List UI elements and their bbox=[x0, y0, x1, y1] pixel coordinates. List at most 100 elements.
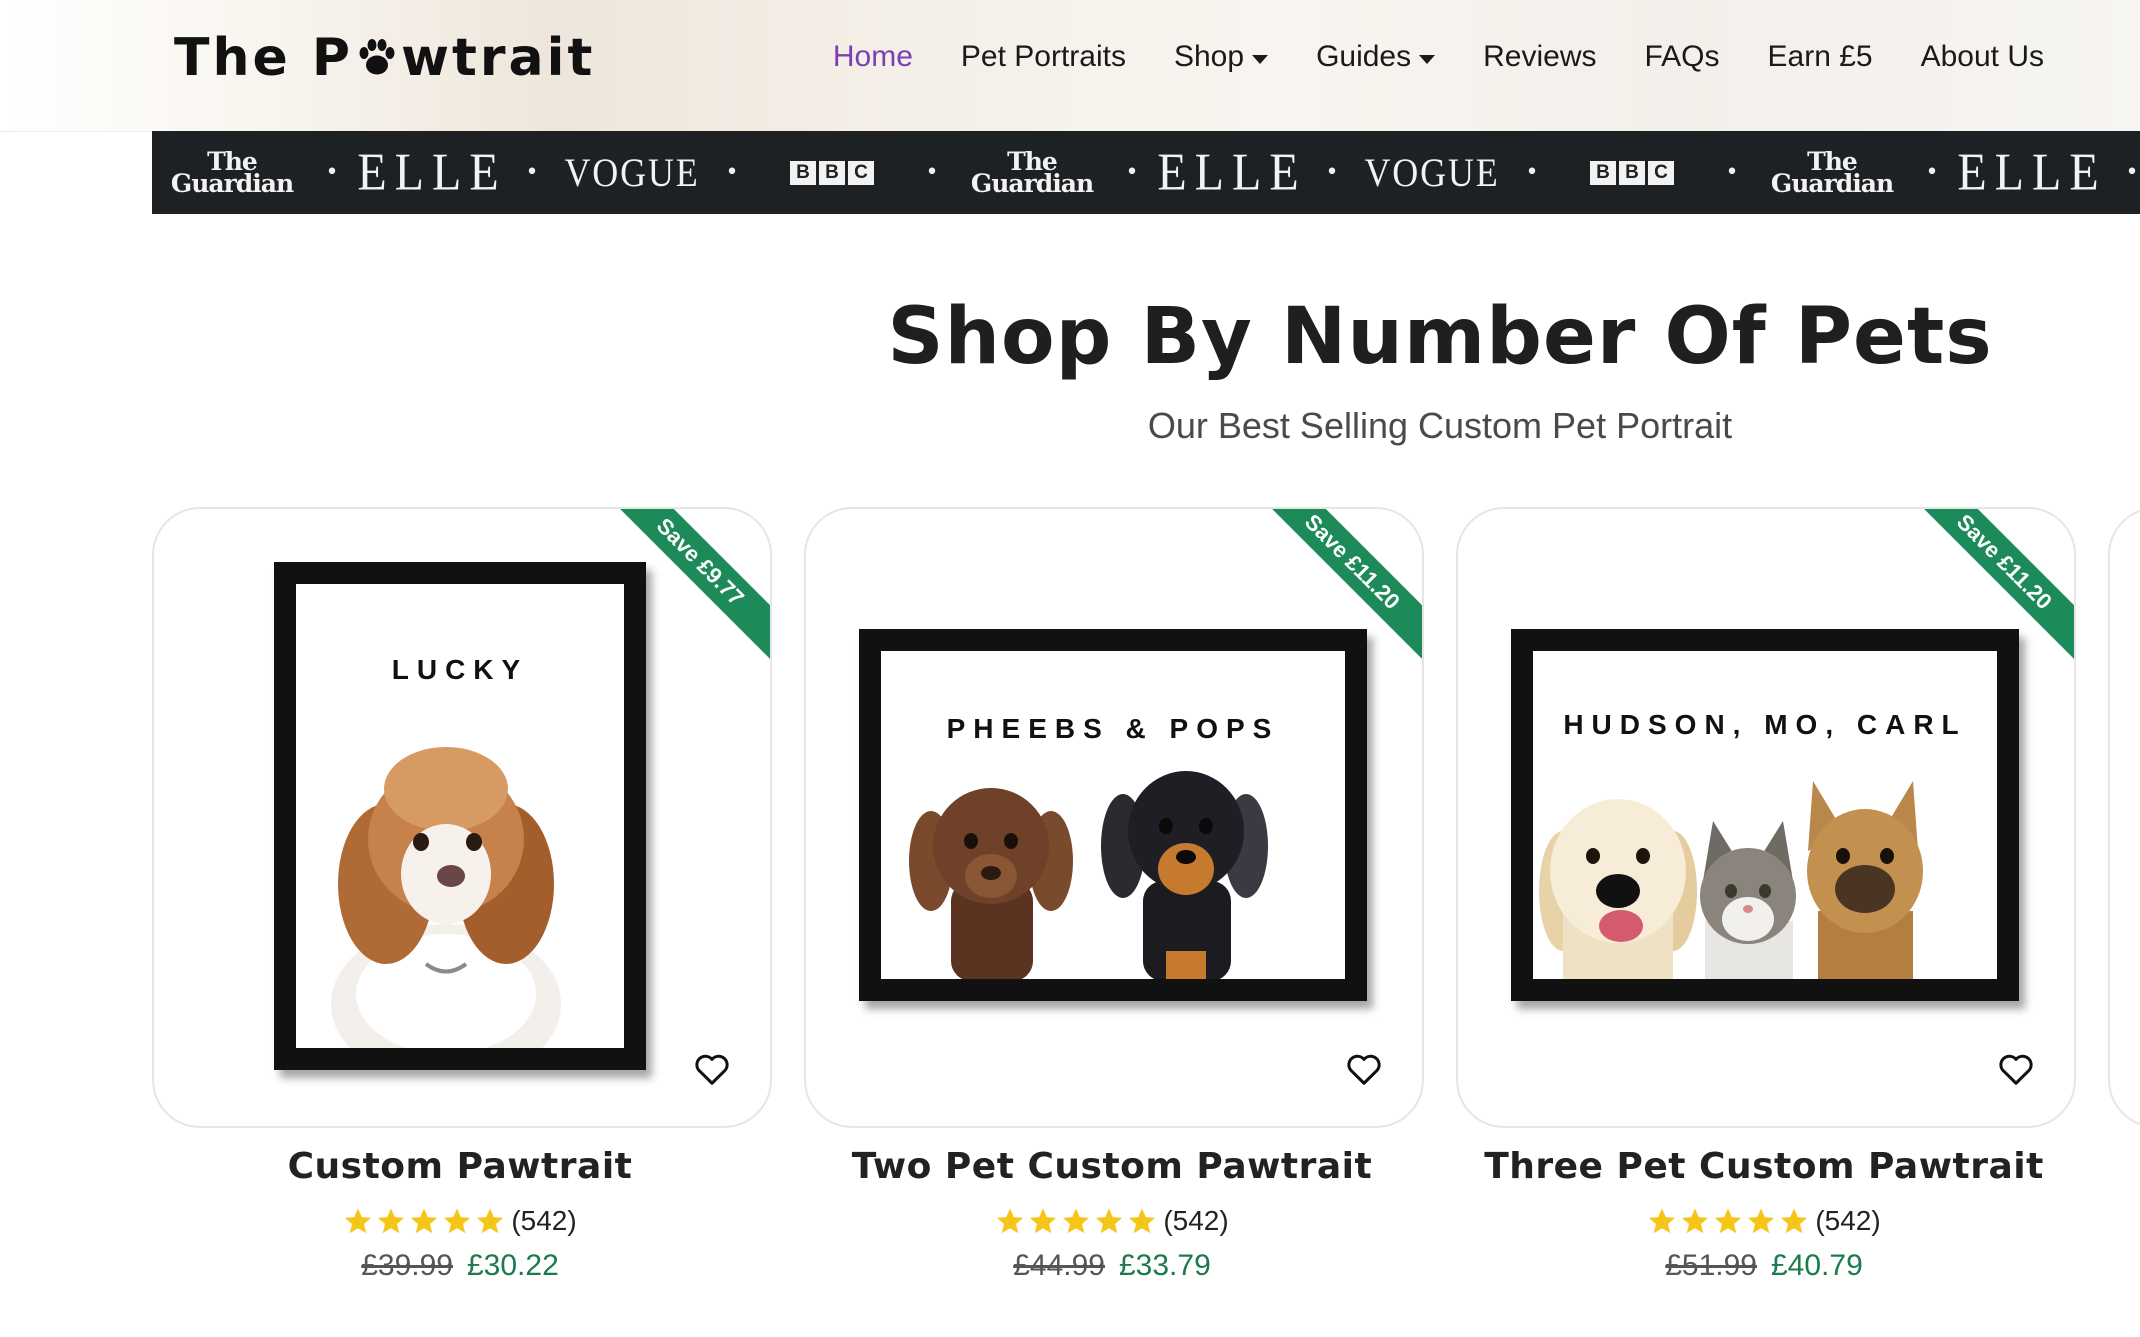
star-icon bbox=[444, 1208, 471, 1234]
original-price: £39.99 bbox=[361, 1249, 453, 1282]
dog-portrait-image bbox=[331, 747, 561, 1048]
press-logo-track: The Guardian • ELLE • VOGUE • BBC • The Gu… bbox=[152, 131, 2140, 214]
section-subtitle: Our Best Selling Custom Pet Portrait bbox=[1147, 405, 1733, 446]
product-card-single[interactable]: Save £9.77 LUCKY bbox=[152, 507, 772, 1128]
nav-reviews[interactable]: Reviews bbox=[1483, 40, 1596, 74]
star-rating bbox=[1647, 1206, 1809, 1236]
main-nav: Home Pet Portraits Shop Guides Reviews F… bbox=[833, 40, 2044, 74]
product-info-two-pet: Two Pet Custom Pawtrait (542) £44.99 £33… bbox=[804, 1146, 1420, 1283]
nav-pet-portraits-label: Pet Portraits bbox=[960, 40, 1126, 73]
separator-dot: • bbox=[725, 160, 739, 185]
product-card-partial[interactable] bbox=[2108, 507, 2140, 1128]
guardian-logo: The Guardian bbox=[970, 146, 1094, 198]
product-title[interactable]: Two Pet Custom Pawtrait bbox=[804, 1146, 1420, 1187]
original-price: £44.99 bbox=[1013, 1249, 1105, 1282]
separator-dot: • bbox=[1725, 160, 1739, 185]
nav-earn-label: Earn £5 bbox=[1767, 40, 1873, 73]
logo-text-suffix: wtrait bbox=[400, 28, 596, 88]
star-icon bbox=[1781, 1208, 1808, 1234]
portrait-paper: HUDSON, MO, CARL bbox=[1533, 651, 1997, 979]
nav-reviews-label: Reviews bbox=[1483, 40, 1597, 73]
separator-dot: • bbox=[525, 160, 539, 185]
star-icon bbox=[1063, 1208, 1090, 1234]
product-title[interactable]: Three Pet Custom Pawtrait bbox=[1456, 1146, 2072, 1187]
nav-home-label: Home bbox=[832, 40, 913, 73]
bbc-logo: BBC bbox=[1552, 160, 1712, 185]
separator-dot: • bbox=[925, 160, 939, 185]
bbc-logo: BBC bbox=[752, 160, 912, 185]
nav-pet-portraits[interactable]: Pet Portraits bbox=[961, 40, 1126, 74]
product-price: £39.99 £30.22 bbox=[152, 1249, 768, 1283]
nav-guides[interactable]: Guides bbox=[1316, 40, 1436, 74]
separator-dot: • bbox=[1325, 160, 1339, 185]
paw-icon bbox=[359, 39, 395, 75]
guardian-logo: The Guardian bbox=[170, 146, 294, 198]
star-icon bbox=[1682, 1208, 1709, 1234]
nav-about-us[interactable]: About Us bbox=[1921, 40, 2044, 74]
product-price: £44.99 £33.79 bbox=[804, 1249, 1420, 1283]
site-header: The P wtrait Home Pet Portraits Shop Gui… bbox=[0, 0, 2140, 132]
nav-guides-label: Guides bbox=[1316, 40, 1412, 73]
portrait-frame: HUDSON, MO, CARL bbox=[1511, 629, 2019, 1001]
portrait-paper: PHEEBS & POPS bbox=[881, 651, 1345, 979]
elle-logo: ELLE bbox=[357, 143, 507, 202]
dogs-portrait-image bbox=[909, 771, 1268, 979]
star-icon bbox=[378, 1208, 405, 1234]
product-title[interactable]: Custom Pawtrait bbox=[152, 1146, 768, 1187]
guardian-logo: The Guardian bbox=[1770, 146, 1894, 198]
product-info-three-pet: Three Pet Custom Pawtrait (542) £51.99 £… bbox=[1456, 1146, 2072, 1283]
pets-portrait-image bbox=[1539, 781, 1923, 979]
product-price: £51.99 £40.79 bbox=[1456, 1249, 2072, 1283]
review-count: (542) bbox=[1815, 1205, 1881, 1236]
product-rating: (542) bbox=[1456, 1205, 2072, 1237]
product-info-single: Custom Pawtrait (542) £39.99 £30.22 bbox=[152, 1146, 768, 1283]
star-icon bbox=[1649, 1208, 1676, 1234]
product-card-two-pet[interactable]: Save £11.20 PHEEBS & POPS bbox=[804, 507, 1424, 1128]
chevron-down-icon bbox=[1419, 54, 1436, 64]
review-count: (542) bbox=[511, 1205, 577, 1236]
star-icon bbox=[411, 1208, 438, 1234]
nav-faqs-label: FAQs bbox=[1644, 40, 1720, 73]
site-logo[interactable]: The P wtrait bbox=[174, 28, 595, 88]
nav-home[interactable]: Home bbox=[833, 40, 913, 74]
nav-faqs[interactable]: FAQs bbox=[1645, 40, 1720, 74]
sale-price: £33.79 bbox=[1119, 1249, 1211, 1282]
vogue-logo: VOGUE bbox=[1364, 150, 1500, 195]
separator-dot: • bbox=[1125, 160, 1139, 185]
portrait-paper: LUCKY bbox=[296, 584, 624, 1048]
product-rating: (542) bbox=[804, 1205, 1420, 1237]
separator-dot: • bbox=[2125, 160, 2139, 185]
star-icon bbox=[1096, 1208, 1123, 1234]
star-icon bbox=[1030, 1208, 1057, 1234]
section-title: Shop By Number Of Pets bbox=[887, 292, 1993, 382]
portrait-frame: PHEEBS & POPS bbox=[859, 629, 1367, 1001]
portrait-frame: LUCKY bbox=[274, 562, 646, 1070]
sale-price: £40.79 bbox=[1771, 1249, 1863, 1282]
star-icon bbox=[997, 1208, 1024, 1234]
nav-shop-label: Shop bbox=[1173, 40, 1245, 73]
sale-price: £30.22 bbox=[467, 1249, 559, 1282]
wishlist-heart-icon[interactable] bbox=[694, 1052, 730, 1086]
star-icon bbox=[477, 1208, 504, 1234]
wishlist-heart-icon[interactable] bbox=[1998, 1052, 2034, 1086]
product-rating: (542) bbox=[152, 1205, 768, 1237]
star-rating bbox=[343, 1206, 505, 1236]
vogue-logo: VOGUE bbox=[564, 150, 700, 195]
nav-earn[interactable]: Earn £5 bbox=[1768, 40, 1873, 74]
elle-logo: ELLE bbox=[1157, 143, 1307, 202]
nav-about-us-label: About Us bbox=[1920, 40, 2044, 73]
elle-logo: ELLE bbox=[1957, 143, 2107, 202]
chevron-down-icon bbox=[1252, 54, 1269, 64]
original-price: £51.99 bbox=[1665, 1249, 1757, 1282]
nav-shop[interactable]: Shop bbox=[1173, 40, 1269, 74]
star-rating bbox=[995, 1206, 1157, 1236]
star-icon bbox=[1715, 1208, 1742, 1234]
logo-text-prefix: The P bbox=[174, 28, 353, 88]
press-logo-banner: The Guardian • ELLE • VOGUE • BBC • The Gu… bbox=[152, 131, 2140, 214]
star-icon bbox=[1129, 1208, 1156, 1234]
star-icon bbox=[345, 1208, 372, 1234]
review-count: (542) bbox=[1163, 1205, 1229, 1236]
wishlist-heart-icon[interactable] bbox=[1346, 1052, 1382, 1086]
separator-dot: • bbox=[1525, 160, 1539, 185]
product-card-three-pet[interactable]: Save £11.20 HUDSON, MO, CARL bbox=[1456, 507, 2076, 1128]
